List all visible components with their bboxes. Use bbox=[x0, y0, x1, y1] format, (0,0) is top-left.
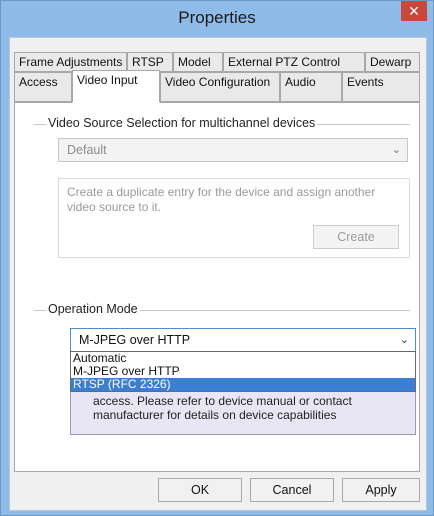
video-source-value: Default bbox=[67, 143, 107, 157]
tab-rtsp[interactable]: RTSP bbox=[127, 52, 173, 72]
chevron-down-icon: ⌄ bbox=[391, 144, 401, 156]
operation-mode-info-box: access. Please refer to device manual or… bbox=[70, 391, 416, 435]
apply-button[interactable]: Apply bbox=[342, 478, 420, 502]
ok-button[interactable]: OK bbox=[158, 478, 242, 502]
tab-video-input[interactable]: Video Input bbox=[72, 70, 160, 103]
close-button[interactable]: ✕ bbox=[401, 1, 427, 21]
tab-events[interactable]: Events bbox=[342, 72, 420, 102]
duplicate-entry-box: Create a duplicate entry for the device … bbox=[58, 178, 410, 258]
chevron-down-icon: ⌄ bbox=[399, 334, 409, 346]
video-source-group-label: Video Source Selection for multichannel … bbox=[46, 116, 318, 130]
tab-dewarp[interactable]: Dewarp bbox=[365, 52, 420, 72]
operation-mode-dropdown[interactable]: M-JPEG over HTTP ⌄ bbox=[70, 328, 416, 352]
properties-window: Properties ✕ Frame Adjustments RTSP Mode… bbox=[0, 0, 434, 516]
info-text-line1: access. Please refer to device manual or… bbox=[93, 394, 352, 408]
option-rtsp[interactable]: RTSP (RFC 2326) bbox=[71, 378, 415, 391]
tab-video-configuration[interactable]: Video Configuration bbox=[160, 72, 280, 102]
close-icon: ✕ bbox=[408, 3, 420, 19]
operation-mode-value: M-JPEG over HTTP bbox=[79, 333, 191, 347]
duplicate-description-line1: Create a duplicate entry for the device … bbox=[67, 185, 376, 199]
dialog-client-area: Frame Adjustments RTSP Model External PT… bbox=[9, 37, 427, 511]
video-source-dropdown[interactable]: Default ⌄ bbox=[58, 138, 408, 162]
operation-mode-group-label: Operation Mode bbox=[46, 302, 140, 316]
title-bar[interactable]: Properties ✕ bbox=[1, 1, 433, 37]
cancel-button[interactable]: Cancel bbox=[250, 478, 334, 502]
duplicate-description-line2: video source to it. bbox=[67, 200, 162, 214]
tab-access[interactable]: Access bbox=[14, 72, 72, 102]
tab-audio[interactable]: Audio bbox=[280, 72, 342, 102]
info-text-line2: manufacturer for details on device capab… bbox=[93, 408, 337, 422]
tab-external-ptz-control[interactable]: External PTZ Control bbox=[223, 52, 365, 72]
window-title: Properties bbox=[178, 8, 256, 27]
tab-model[interactable]: Model bbox=[173, 52, 223, 72]
tab-frame-adjustments[interactable]: Frame Adjustments bbox=[14, 52, 127, 72]
create-button[interactable]: Create bbox=[313, 225, 399, 249]
operation-mode-options-list: Automatic M-JPEG over HTTP RTSP (RFC 232… bbox=[70, 351, 416, 392]
